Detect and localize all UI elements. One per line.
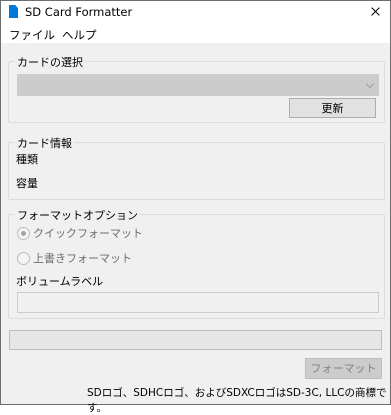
close-icon[interactable]	[361, 1, 389, 23]
trademark-notice: SDロゴ、SDHCロゴ、およびSDXCロゴはSD-3C, LLCの商標です。	[87, 387, 387, 414]
card-select-dropdown[interactable]	[17, 74, 379, 96]
card-type-label: 種類	[16, 153, 38, 166]
window-title: SD Card Formatter	[25, 5, 133, 19]
overwrite-format-radio[interactable]	[17, 251, 30, 265]
volume-label-input[interactable]	[17, 292, 379, 313]
overwrite-format-option[interactable]: 上書きフォーマット	[17, 250, 132, 266]
quick-format-option[interactable]: クイックフォーマット	[17, 225, 143, 241]
card-capacity-label: 容量	[16, 177, 38, 190]
card-info-group-label: カード情報	[15, 135, 74, 151]
quick-format-label: クイックフォーマット	[33, 227, 143, 240]
menu-file[interactable]: ファイル	[9, 27, 55, 43]
volume-label-caption: ボリュームラベル	[16, 275, 104, 288]
app-window: SD Card Formatter ファイル ヘルプ カードの選択 更新 カード…	[0, 0, 391, 414]
card-select-group: カードの選択 更新	[8, 54, 385, 123]
card-select-group-label: カードの選択	[15, 54, 85, 70]
menu-bar: ファイル ヘルプ	[1, 23, 390, 44]
quick-format-radio[interactable]	[17, 226, 30, 240]
refresh-button[interactable]: 更新	[289, 98, 376, 118]
format-progress-bar	[9, 330, 382, 350]
format-options-group-label: フォーマットオプション	[15, 207, 140, 223]
card-info-group: カード情報 種類 容量	[8, 135, 385, 200]
title-bar: SD Card Formatter	[1, 1, 390, 23]
format-button[interactable]: フォーマット	[305, 358, 382, 379]
sd-card-icon	[9, 5, 18, 18]
overwrite-format-label: 上書きフォーマット	[33, 252, 132, 265]
chevron-down-icon	[365, 79, 375, 89]
format-options-group: フォーマットオプション クイックフォーマット 上書きフォーマット ボリュームラベ…	[8, 207, 385, 319]
menu-help[interactable]: ヘルプ	[62, 27, 97, 43]
